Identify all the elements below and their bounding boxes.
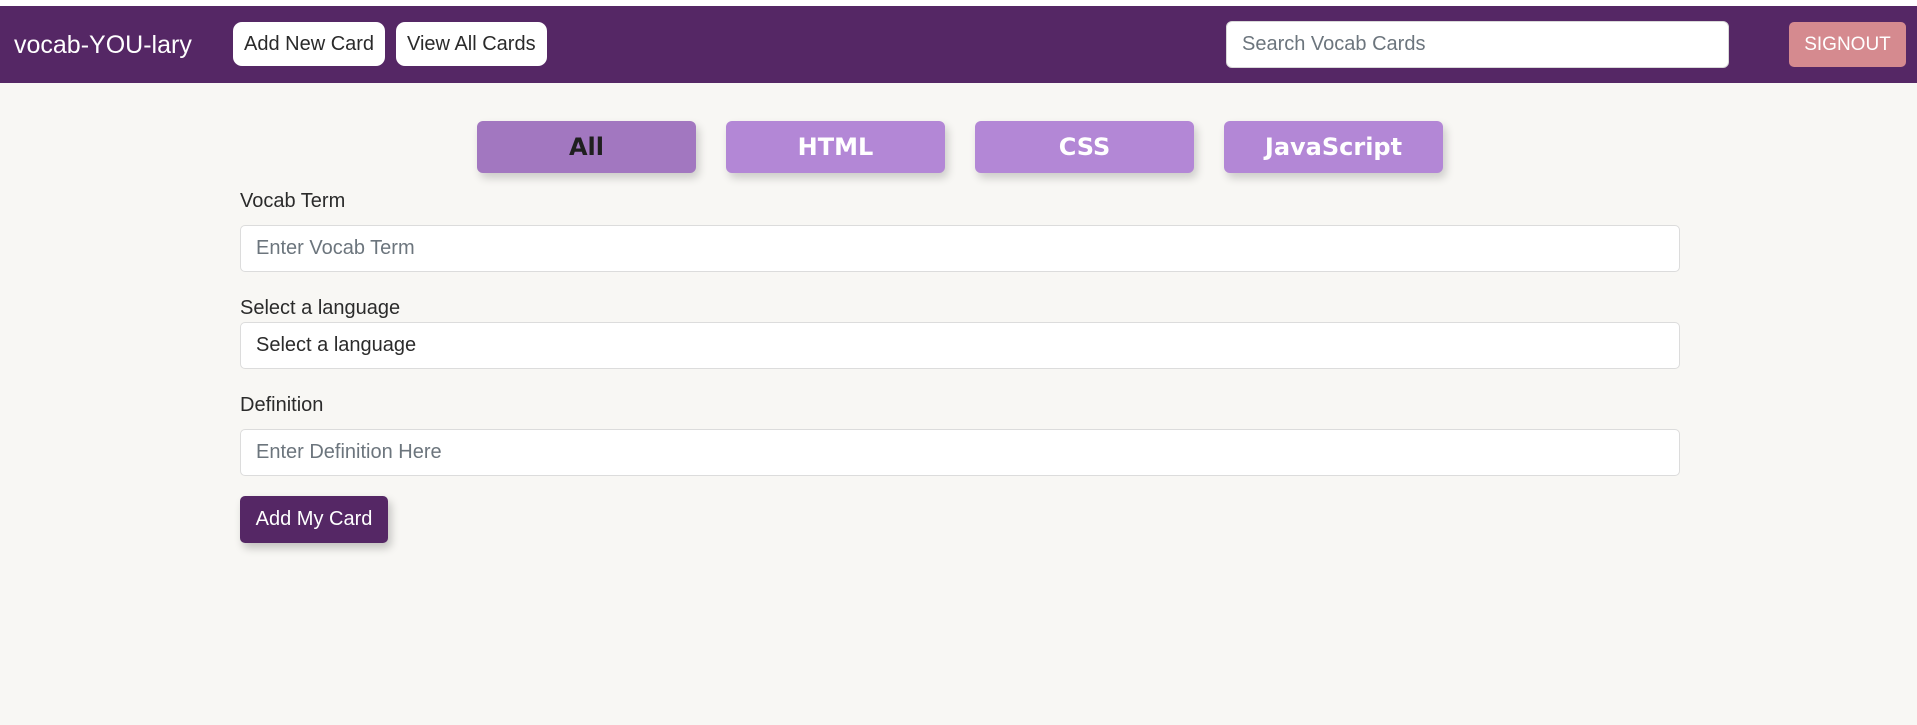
- filter-html-button[interactable]: HTML: [726, 121, 945, 173]
- language-label: Select a language: [240, 297, 401, 319]
- definition-input[interactable]: [240, 429, 1680, 476]
- definition-label: Definition: [240, 394, 324, 416]
- view-all-cards-button[interactable]: View All Cards: [396, 22, 547, 66]
- signout-button[interactable]: SIGNOUT: [1789, 22, 1906, 67]
- language-select-value: Select a language: [256, 334, 417, 356]
- vocab-term-input[interactable]: [240, 225, 1680, 272]
- filter-javascript-button[interactable]: JavaScript: [1224, 121, 1443, 173]
- add-new-card-button[interactable]: Add New Card: [233, 22, 386, 66]
- brand-title[interactable]: vocab-YOU-lary: [14, 30, 192, 60]
- language-select[interactable]: Select a language: [240, 322, 1680, 369]
- filter-css-button[interactable]: CSS: [975, 121, 1194, 173]
- vocab-term-label: Vocab Term: [240, 190, 346, 212]
- filter-all-button[interactable]: All: [477, 121, 696, 173]
- add-my-card-button[interactable]: Add My Card: [240, 496, 388, 543]
- search-input[interactable]: [1226, 21, 1729, 68]
- navbar: vocab-YOU-lary Add New Card View All Car…: [0, 6, 1917, 83]
